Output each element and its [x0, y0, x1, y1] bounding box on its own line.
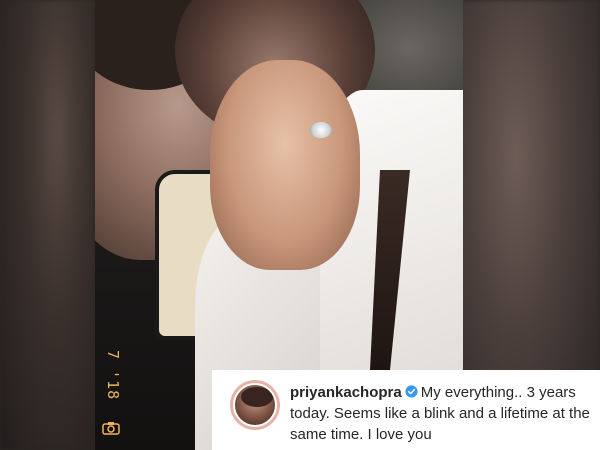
camera-icon: [102, 422, 120, 435]
instagram-post-screenshot: 7 '18 priyankachopra My everything.. 3 ye…: [0, 0, 600, 450]
verified-badge-icon: [405, 385, 418, 398]
clasped-hands: [210, 60, 360, 270]
ring: [310, 122, 332, 138]
date-stamp: 7 '18: [104, 350, 122, 401]
avatar-ring[interactable]: [230, 380, 280, 430]
post-caption: priyankachopra My everything.. 3 years to…: [290, 382, 595, 445]
username[interactable]: priyankachopra: [290, 384, 402, 401]
avatar: [233, 383, 277, 427]
blurred-background-left: [0, 0, 95, 450]
